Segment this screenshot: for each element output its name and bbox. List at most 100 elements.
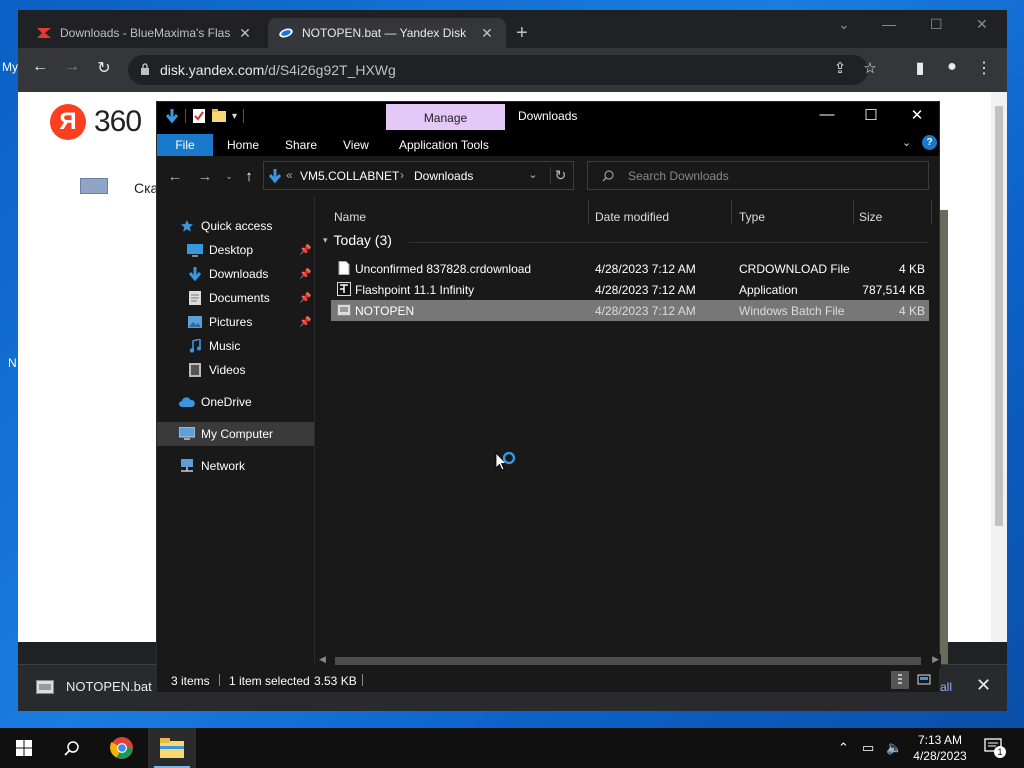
nav-videos[interactable]: Videos	[157, 358, 314, 382]
share-icon[interactable]: ⇪	[828, 59, 852, 77]
overflow-chevron[interactable]: «	[286, 168, 293, 182]
tab-search-icon[interactable]: ⌄	[838, 16, 850, 33]
nav-pictures[interactable]: Pictures 📌	[157, 310, 314, 334]
ribbon-tab-view[interactable]: View	[333, 134, 379, 156]
recent-locations-icon[interactable]: ⌄	[219, 171, 239, 182]
explorer-address-bar[interactable]: « VM5.COLLABNET › Downloads ⌄ ↻	[263, 161, 574, 190]
menu-icon[interactable]: ⋮	[972, 58, 996, 78]
action-center-button[interactable]: 1	[984, 738, 1006, 758]
download-link-fragment[interactable]: Ска	[134, 180, 158, 196]
column-header-date[interactable]: Date modified	[595, 210, 669, 224]
reload-icon[interactable]: ↻	[92, 58, 116, 78]
search-box[interactable]: Search Downloads	[587, 161, 929, 190]
file-size: 4 KB	[898, 262, 925, 276]
forward-icon[interactable]: →	[60, 58, 84, 76]
close-download-bar-icon[interactable]: ✕	[976, 675, 991, 696]
start-button[interactable]	[0, 728, 48, 768]
address-dropdown-icon[interactable]: ⌄	[523, 168, 543, 181]
close-window-icon[interactable]: ✕	[976, 16, 988, 33]
browser-tab-flashpoint-downloads[interactable]: Downloads - BlueMaxima's Flashp ✕	[26, 18, 264, 48]
nav-onedrive[interactable]: OneDrive	[157, 390, 314, 414]
nav-quick-access[interactable]: Quick access	[157, 214, 314, 238]
column-divider[interactable]	[853, 200, 854, 224]
group-header-today[interactable]: ▾ Today (3)	[323, 232, 392, 248]
nav-label: My Computer	[201, 427, 274, 441]
nav-network[interactable]: Network	[157, 454, 314, 478]
properties-icon[interactable]	[192, 108, 206, 124]
forward-icon[interactable]: →	[195, 168, 215, 185]
system-clock[interactable]: 7:13 AM 4/28/2023	[910, 732, 970, 764]
file-row[interactable]: Unconfirmed 837828.crdownload 4/28/2023 …	[331, 258, 929, 279]
large-icons-view-icon[interactable]	[915, 671, 933, 689]
help-icon[interactable]: ?	[922, 135, 937, 150]
clock-time: 7:13 AM	[917, 733, 963, 747]
ribbon-tab-home[interactable]: Home	[217, 134, 269, 156]
minimize-icon[interactable]: —	[882, 16, 896, 32]
minimize-icon[interactable]: —	[817, 106, 837, 123]
side-panel-icon[interactable]: ▮	[908, 58, 932, 78]
taskbar-chrome-button[interactable]	[98, 728, 146, 768]
back-icon[interactable]: ←	[165, 168, 185, 185]
network-status-icon[interactable]: ▭	[862, 740, 874, 756]
nav-desktop[interactable]: Desktop 📌	[157, 238, 314, 262]
scroll-right-icon[interactable]: ▶	[932, 654, 939, 665]
close-tab-icon[interactable]: ✕	[236, 25, 254, 42]
yandex-360-logo[interactable]: Я 360	[50, 104, 142, 140]
profile-icon[interactable]: ●	[940, 58, 964, 76]
scroll-left-icon[interactable]: ◀	[319, 654, 326, 665]
up-icon[interactable]: ↑	[239, 168, 259, 185]
browser-tab-yandex-disk[interactable]: NOTOPEN.bat — Yandex Disk ✕	[268, 18, 506, 48]
taskbar-search-button[interactable]	[48, 728, 96, 768]
page-scrollbar[interactable]	[991, 92, 1007, 642]
taskbar-file-explorer-button[interactable]	[148, 728, 196, 768]
show-all-link[interactable]: all	[940, 680, 952, 694]
file-row[interactable]: Flashpoint 11.1 Infinity 4/28/2023 7:12 …	[331, 279, 929, 300]
close-window-icon[interactable]: ✕	[907, 106, 927, 124]
nav-music[interactable]: Music	[157, 334, 314, 358]
ribbon-tab-share[interactable]: Share	[275, 134, 327, 156]
nav-label: Documents	[209, 291, 270, 305]
scrollbar-thumb[interactable]	[995, 106, 1003, 526]
refresh-icon[interactable]: ↻	[550, 167, 570, 184]
nav-my-computer[interactable]: My Computer	[157, 422, 314, 446]
download-item[interactable]: NOTOPEN.bat	[36, 679, 152, 694]
ribbon-tab-application-tools[interactable]: Application Tools	[389, 134, 499, 156]
ribbon-context-tab-manage[interactable]: Manage	[386, 104, 505, 132]
column-header-type[interactable]: Type	[739, 210, 765, 224]
blank-file-icon	[338, 261, 350, 275]
expand-ribbon-icon[interactable]: ⌄	[902, 136, 911, 149]
column-divider[interactable]	[931, 200, 932, 224]
volume-icon[interactable]: 🔈	[886, 740, 902, 756]
windows-logo-icon	[16, 740, 32, 756]
new-tab-button[interactable]: +	[516, 23, 528, 43]
column-divider[interactable]	[588, 200, 589, 224]
download-arrow-icon[interactable]	[165, 108, 179, 124]
maximize-icon[interactable]: ☐	[861, 106, 881, 124]
show-hidden-icons-icon[interactable]: ⌃	[838, 740, 849, 756]
column-divider[interactable]	[731, 200, 732, 224]
maximize-icon[interactable]: ☐	[930, 16, 943, 33]
ribbon-tab-file[interactable]: File	[157, 134, 213, 156]
column-header-name[interactable]: Name	[334, 210, 366, 224]
file-size: 787,514 KB	[862, 283, 925, 297]
scrollbar-thumb[interactable]	[335, 657, 921, 665]
horizontal-scrollbar[interactable]: ◀ ▶	[317, 654, 941, 668]
bookmark-star-icon[interactable]: ☆	[858, 59, 882, 77]
breadcrumb-current[interactable]: Downloads	[414, 169, 473, 183]
collapse-group-icon[interactable]: ▾	[323, 235, 328, 246]
column-header-size[interactable]: Size	[859, 210, 882, 224]
new-folder-icon[interactable]	[212, 109, 226, 123]
nav-documents[interactable]: Documents 📌	[157, 286, 314, 310]
address-bar[interactable]: disk.yandex.com/d/S4i26g92T_HXWg ⇪ ☆	[128, 55, 877, 85]
status-divider	[219, 674, 220, 686]
lock-icon	[141, 63, 149, 75]
file-row-selected[interactable]: NOTOPEN 4/28/2023 7:12 AM Windows Batch …	[331, 300, 929, 321]
details-view-icon[interactable]	[891, 671, 909, 689]
back-icon[interactable]: ←	[28, 58, 52, 76]
close-tab-icon[interactable]: ✕	[478, 25, 496, 42]
star-icon	[179, 218, 195, 234]
nav-downloads[interactable]: Downloads 📌	[157, 262, 314, 286]
breadcrumb-separator-icon[interactable]: ›	[400, 168, 404, 182]
customize-qat-icon[interactable]: ▾	[232, 111, 237, 122]
breadcrumb-root[interactable]: VM5.COLLABNET	[300, 169, 399, 183]
